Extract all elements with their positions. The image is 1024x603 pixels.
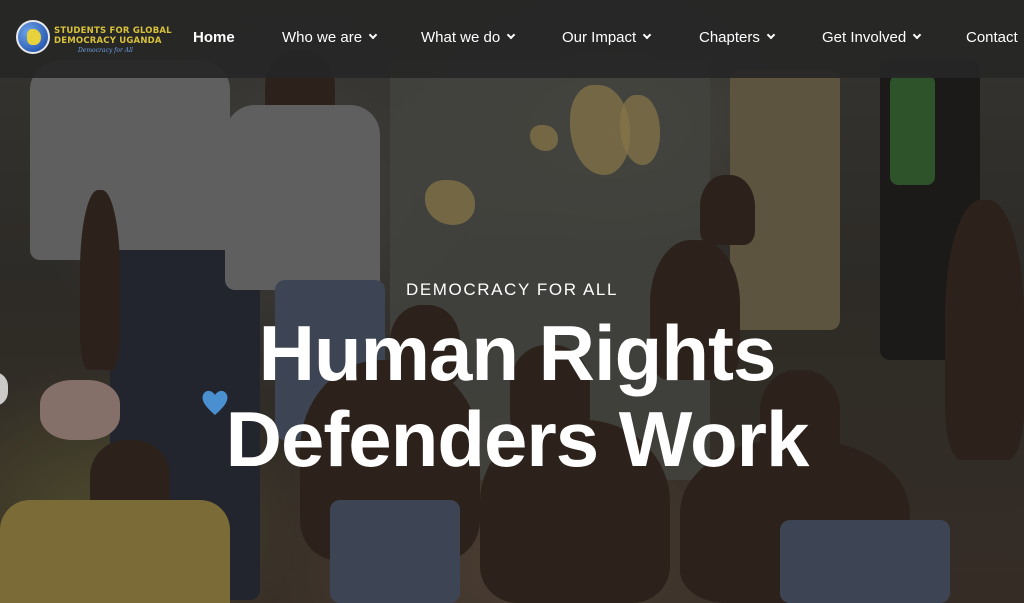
hero-background-photo <box>0 0 1024 603</box>
hero-eyebrow: DEMOCRACY FOR ALL <box>405 280 619 299</box>
nav-item-label: Contact <box>966 28 1018 46</box>
nav-item-label: Home <box>193 28 235 46</box>
site-logo[interactable]: STUDENTS FOR GLOBAL DEMOCRACY UGANDA Dem… <box>16 18 172 58</box>
logo-tagline: Democracy for All <box>78 47 133 54</box>
nav-item-label: What we do <box>421 28 501 46</box>
nav-item-label: Chapters <box>699 28 760 46</box>
chevron-down-icon <box>506 30 516 40</box>
main-navigation: STUDENTS FOR GLOBAL DEMOCRACY UGANDA Dem… <box>0 0 1024 78</box>
nav-item-home[interactable]: Home <box>193 27 235 47</box>
logo-text-line2: DEMOCRACY UGANDA <box>54 36 162 46</box>
nav-item-our-impact[interactable]: Our Impact <box>562 27 652 47</box>
hero-headline-line2: Defenders Work <box>225 395 810 483</box>
nav-item-label: Who we are <box>282 28 363 46</box>
hero-headline-line1: Human Rights <box>258 309 777 397</box>
nav-item-chapters[interactable]: Chapters <box>699 27 776 47</box>
hero-headline: Human Rights Defenders Work <box>0 310 1024 482</box>
nav-item-contact[interactable]: Contact <box>966 27 1018 47</box>
chevron-down-icon <box>642 30 652 40</box>
chevron-down-icon <box>912 30 922 40</box>
nav-item-who-we-are[interactable]: Who we are <box>282 27 378 47</box>
nav-item-label: Our Impact <box>562 28 637 46</box>
nav-item-label: Get Involved <box>822 28 907 46</box>
chevron-down-icon <box>766 30 776 40</box>
logo-text-line1: STUDENTS FOR GLOBAL <box>54 26 172 36</box>
globe-logo-icon <box>16 20 50 54</box>
nav-item-get-involved[interactable]: Get Involved <box>822 27 922 47</box>
nav-item-what-we-do[interactable]: What we do <box>421 27 516 47</box>
chevron-down-icon <box>368 30 378 40</box>
heart-icon <box>202 390 228 415</box>
